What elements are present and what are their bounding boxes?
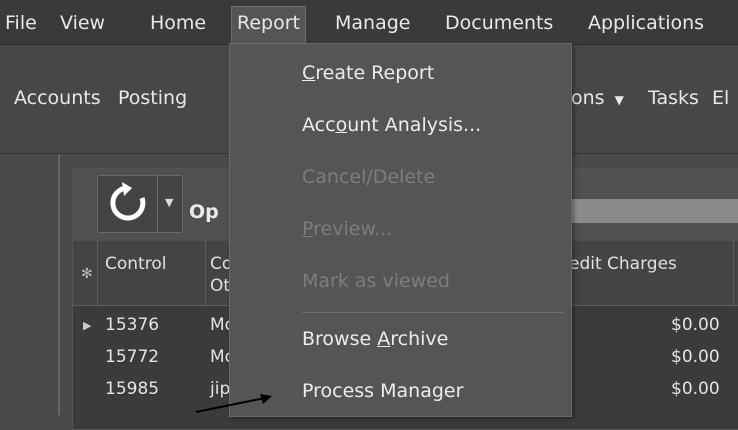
annotation-arrow-icon	[195, 394, 272, 413]
